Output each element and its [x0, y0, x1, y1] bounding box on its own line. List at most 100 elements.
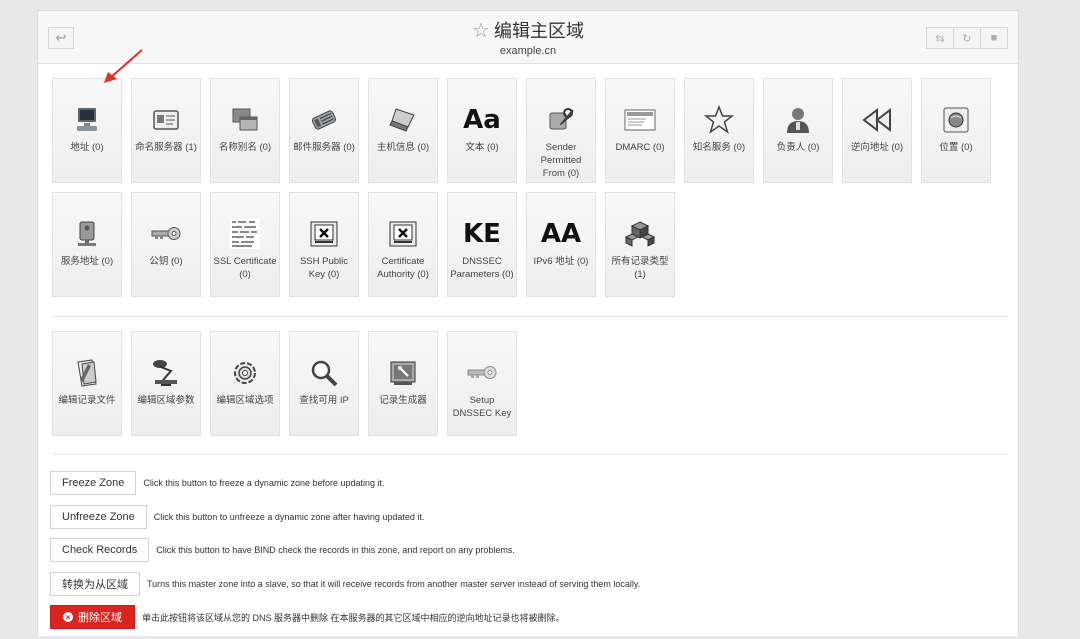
lamp-icon	[148, 358, 184, 388]
tool-label: 编辑区域参数	[137, 395, 195, 406]
top-bar: ↩ ☆ 编辑主区域 example.cn ⇆ ↻ ■	[38, 11, 1018, 64]
annotation-arrow-icon	[104, 49, 143, 83]
page-title: 编辑主区域	[493, 21, 584, 41]
record-type-label: 所有记录类型 (1)	[611, 256, 669, 280]
action-description: 单击此按钮将该区域从您的 DNS 服务器中删除 在本服务器的其它区域中相应的逆向…	[142, 612, 565, 623]
action-row: Freeze Zone Click this button to freeze a…	[50, 471, 640, 495]
cubes-icon	[622, 219, 658, 249]
record-type-tile[interactable]: 地址 (0)	[52, 78, 122, 183]
star-icon[interactable]: ☆	[472, 20, 490, 42]
record-type-tile[interactable]: 逆向地址 (0)	[842, 78, 912, 183]
zone-actions: Freeze Zone Click this button to freeze a…	[50, 471, 640, 639]
transfer-button[interactable]: ⇆	[926, 27, 954, 49]
record-type-tile[interactable]: 知名服务 (0)	[684, 78, 754, 183]
generator-icon	[385, 358, 421, 388]
close-circle-icon: ×	[63, 612, 73, 622]
tool-tile[interactable]: 编辑区域选项	[210, 331, 280, 436]
record-type-label: 地址 (0)	[70, 142, 104, 153]
gear-icon	[227, 358, 263, 388]
zone-name: example.cn	[499, 45, 557, 57]
record-type-tile[interactable]: DMARC (0)	[605, 78, 675, 183]
server-icon	[69, 219, 105, 249]
record-type-tile[interactable]: Certificate Authority (0)	[368, 192, 438, 297]
action-description: Click this button to have BIND check the…	[156, 545, 515, 555]
record-type-tile[interactable]: 负责人 (0)	[763, 78, 833, 183]
card-icon	[148, 105, 184, 135]
divider	[52, 454, 1008, 455]
action-button-label: Unfreeze Zone	[62, 510, 135, 523]
record-type-label: Sender Permitted From (0)	[540, 142, 582, 179]
edit-file-icon	[69, 358, 105, 388]
transfer-icon: ⇆	[935, 32, 945, 45]
record-type-label: 公钥 (0)	[149, 256, 183, 267]
action-button-label: 删除区域	[78, 612, 122, 624]
record-type-label: 位置 (0)	[939, 142, 973, 153]
wrench-icon	[543, 105, 579, 135]
ca-icon	[385, 219, 421, 249]
ssh-key-icon	[306, 219, 342, 249]
record-type-tile[interactable]: 命名服务器 (1)	[131, 78, 201, 183]
tool-label: 编辑记录文件	[58, 395, 116, 406]
action-row: 转换为从区域 Turns this master zone into a slav…	[50, 571, 641, 596]
tool-tile[interactable]: 编辑区域参数	[131, 331, 201, 436]
tool-label: 查找可用 IP	[299, 395, 349, 406]
refresh-icon: ↻	[962, 32, 972, 45]
record-type-tile[interactable]: AA IPv6 地址 (0)	[526, 192, 596, 297]
record-type-tile[interactable]: 主机信息 (0)	[368, 78, 438, 183]
action-button[interactable]: Unfreeze Zone	[50, 504, 147, 529]
star-icon	[701, 105, 737, 135]
record-type-label: DNSSEC Parameters (0)	[450, 256, 514, 280]
action-button[interactable]: 转换为从区域	[50, 571, 140, 596]
key-icon	[148, 219, 184, 249]
tool-tile[interactable]: 编辑记录文件	[52, 331, 122, 436]
record-type-tile[interactable]: Sender Permitted From (0)	[526, 78, 596, 183]
action-description: Click this button to freeze a dynamic zo…	[143, 478, 385, 488]
person-icon	[780, 105, 816, 135]
record-type-tile[interactable]: KE DNSSEC Parameters (0)	[447, 192, 517, 297]
record-type-tile[interactable]: SSL Certificate (0)	[210, 192, 280, 297]
record-type-tile[interactable]: 邮件服务器 (0)	[289, 78, 359, 183]
tools-grid: 编辑记录文件 编辑区域参数 编辑区域选项 查找可用 IP 记录生成器 Setup DNSS…	[52, 331, 1012, 445]
delete-zone-button[interactable]: × 删除区域	[50, 605, 135, 629]
dnssec-icon: KE	[463, 219, 501, 249]
stop-button[interactable]: ■	[980, 27, 1008, 49]
record-type-label: DMARC (0)	[615, 142, 665, 153]
record-type-label: Certificate Authority (0)	[377, 256, 429, 280]
ssl-cert-icon	[227, 219, 263, 249]
action-row: × 删除区域 单击此按钮将该区域从您的 DNS 服务器中删除 在本服务器的其它区域中…	[50, 605, 640, 629]
action-button[interactable]: Check Records	[50, 538, 150, 562]
record-type-tile[interactable]: 名称别名 (0)	[210, 78, 280, 183]
record-type-label: 负责人 (0)	[776, 142, 820, 153]
tool-tile[interactable]: 查找可用 IP	[289, 331, 359, 436]
action-button[interactable]: Freeze Zone	[50, 471, 137, 495]
action-description: Click this button to unfreeze a dynamic …	[153, 511, 425, 522]
globe-icon	[938, 105, 974, 135]
windows-icon	[227, 105, 263, 135]
record-type-tile[interactable]: SSH Public Key (0)	[289, 192, 359, 297]
record-type-tile[interactable]: 服务地址 (0)	[52, 192, 122, 297]
computer-icon	[69, 105, 105, 135]
record-type-tile[interactable]: 所有记录类型 (1)	[605, 192, 675, 297]
title-area: ☆ 编辑主区域 example.cn	[38, 19, 1018, 59]
ipv6-icon: AA	[541, 219, 581, 249]
tool-tile[interactable]: Setup DNSSEC Key	[447, 331, 517, 436]
rewind-icon	[859, 105, 895, 135]
action-description: Turns this master zone into a slave, so …	[147, 578, 641, 589]
record-type-label: IPv6 地址 (0)	[533, 256, 589, 267]
zone-panel: ↩ ☆ 编辑主区域 example.cn ⇆ ↻ ■ 地址 (0) 命名服务器 (1…	[37, 10, 1019, 636]
record-type-label: SSH Public Key (0)	[299, 256, 349, 280]
record-type-tile[interactable]: 位置 (0)	[921, 78, 991, 183]
divider	[52, 316, 1008, 317]
record-type-label: 服务地址 (0)	[60, 256, 114, 267]
tool-label: 编辑区域选项	[216, 395, 274, 406]
record-type-label: 邮件服务器 (0)	[293, 142, 355, 153]
dnssec-key-icon	[464, 358, 500, 388]
record-type-label: SSL Certificate (0)	[213, 256, 277, 280]
refresh-button[interactable]: ↻	[953, 27, 981, 49]
record-type-tile[interactable]: 公钥 (0)	[131, 192, 201, 297]
record-type-label: 文本 (0)	[465, 142, 499, 153]
laptop-icon	[385, 105, 421, 135]
record-type-tile[interactable]: Aa 文本 (0)	[447, 78, 517, 183]
tool-tile[interactable]: 记录生成器	[368, 331, 438, 436]
record-type-label: 知名服务 (0)	[692, 142, 746, 153]
